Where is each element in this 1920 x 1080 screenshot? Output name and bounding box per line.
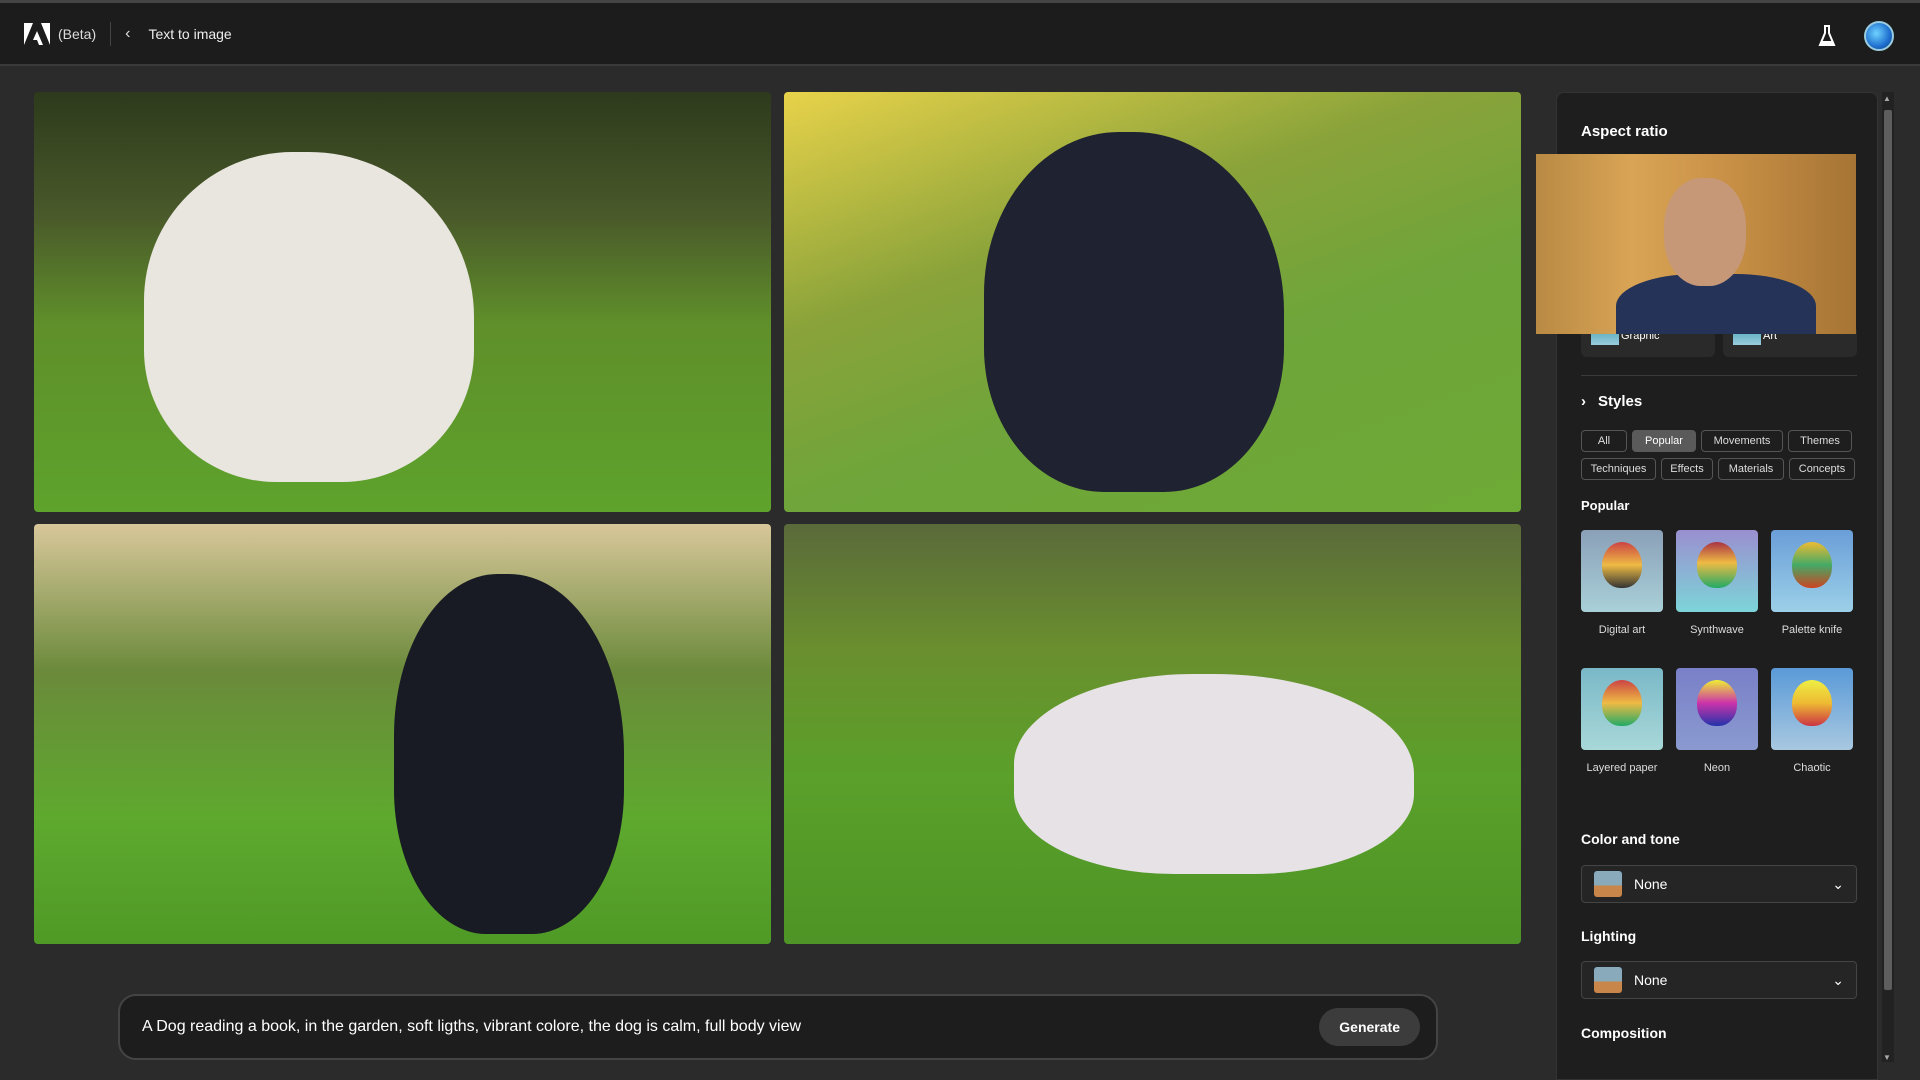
divider <box>1581 375 1857 376</box>
style-label: Digital art <box>1598 624 1646 636</box>
balloon-thumbnail <box>1581 668 1663 750</box>
prompt-bar: A Dog reading a book, in the garden, sof… <box>118 994 1438 1060</box>
color-tone-heading: Color and tone <box>1581 831 1680 847</box>
flask-icon[interactable] <box>1818 25 1836 47</box>
balloon-thumbnail <box>1676 668 1758 750</box>
style-label: Layered paper <box>1586 762 1658 774</box>
prompt-input[interactable]: A Dog reading a book, in the garden, sof… <box>142 1018 1319 1036</box>
style-label: Neon <box>1703 762 1731 774</box>
styles-heading[interactable]: › Styles <box>1581 393 1642 410</box>
balloon-thumbnail <box>1771 668 1853 750</box>
dropdown-value: None <box>1634 972 1668 988</box>
styles-title: Styles <box>1598 393 1643 410</box>
style-digital-art[interactable]: Digital art <box>1581 530 1663 646</box>
balloon-thumbnail <box>1581 530 1663 612</box>
adobe-logo[interactable] <box>24 22 50 45</box>
beta-label: (Beta) <box>58 25 97 42</box>
chevron-down-icon: ⌄ <box>1832 971 1844 988</box>
style-layered-paper[interactable]: Layered paper <box>1581 668 1663 784</box>
avatar[interactable] <box>1864 21 1894 51</box>
chevron-right-icon: › <box>1581 393 1586 410</box>
balloon-thumbnail <box>1676 530 1758 612</box>
style-synthwave[interactable]: Synthwave <box>1676 530 1758 646</box>
back-chevron-icon[interactable]: ‹ <box>125 25 130 43</box>
panel-scrollbar[interactable]: ▲ ▼ <box>1882 92 1894 1062</box>
generated-image-3[interactable] <box>34 524 771 944</box>
balloon-icon <box>1594 967 1622 993</box>
generated-image-2[interactable] <box>784 92 1521 512</box>
balloon-thumbnail <box>1771 530 1853 612</box>
generated-image-4[interactable] <box>784 524 1521 944</box>
lighting-dropdown[interactable]: None ⌄ <box>1581 961 1857 999</box>
style-neon[interactable]: Neon <box>1676 668 1758 784</box>
filter-themes[interactable]: Themes <box>1788 430 1852 452</box>
popular-heading: Popular <box>1581 498 1630 513</box>
filter-movements[interactable]: Movements <box>1701 430 1783 452</box>
style-label: Palette knife <box>1781 624 1843 636</box>
style-label: Chaotic <box>1793 762 1831 774</box>
scroll-thumb[interactable] <box>1884 110 1892 990</box>
filter-popular[interactable]: Popular <box>1632 430 1696 452</box>
color-tone-dropdown[interactable]: None ⌄ <box>1581 865 1857 903</box>
style-chaotic[interactable]: Chaotic <box>1771 668 1853 784</box>
filter-techniques[interactable]: Techniques <box>1581 458 1656 480</box>
generate-button[interactable]: Generate <box>1319 1008 1420 1046</box>
style-label: Synthwave <box>1690 624 1744 636</box>
filter-concepts[interactable]: Concepts <box>1789 458 1855 480</box>
scroll-up-icon[interactable]: ▲ <box>1883 94 1891 103</box>
filter-effects[interactable]: Effects <box>1661 458 1713 480</box>
top-bar: (Beta) ‹ Text to image <box>0 0 1920 66</box>
scroll-down-icon[interactable]: ▼ <box>1883 1053 1891 1062</box>
dropdown-value: None <box>1634 876 1668 892</box>
generated-image-1[interactable] <box>34 92 771 512</box>
balloon-icon <box>1594 871 1622 897</box>
lighting-heading: Lighting <box>1581 928 1637 944</box>
composition-heading: Composition <box>1581 1025 1667 1041</box>
webcam-overlay <box>1536 154 1856 334</box>
divider <box>110 21 112 46</box>
filter-all[interactable]: All <box>1581 430 1627 452</box>
style-palette-knife[interactable]: Palette knife <box>1771 530 1853 646</box>
filter-materials[interactable]: Materials <box>1718 458 1784 480</box>
chevron-down-icon: ⌄ <box>1832 875 1844 892</box>
page-title: Text to image <box>148 25 232 42</box>
aspect-ratio-heading: Aspect ratio <box>1581 123 1668 140</box>
